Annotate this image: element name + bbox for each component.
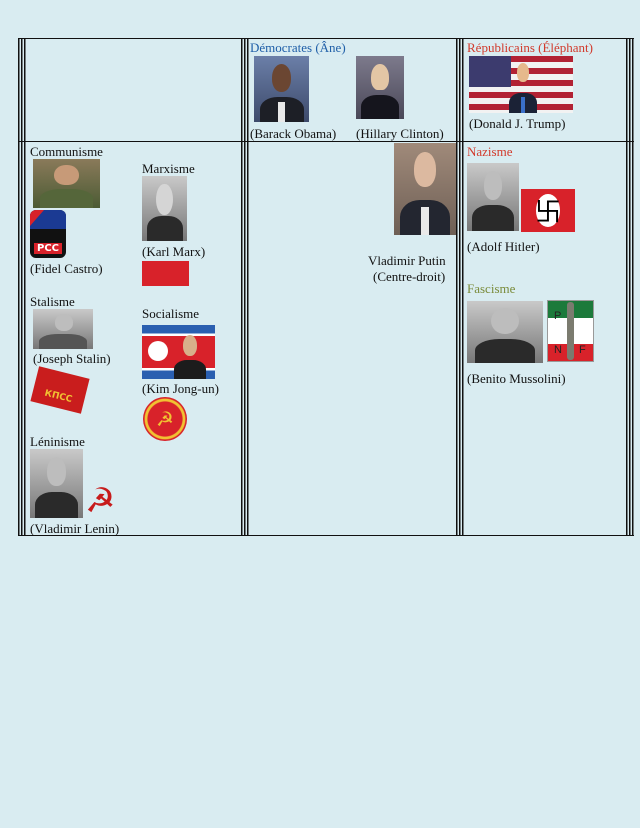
- mussolini-caption: (Benito Mussolini): [467, 371, 566, 386]
- castro-caption: (Fidel Castro): [30, 261, 103, 276]
- clinton-caption: (Hillary Clinton): [356, 126, 444, 141]
- swastika-icon: 卐: [535, 194, 561, 228]
- socialism-heading: Socialisme: [142, 306, 200, 321]
- pcc-label: PCC: [33, 243, 62, 254]
- castro-photo: [33, 159, 100, 208]
- hitler-caption: (Adolf Hitler): [467, 239, 540, 254]
- lenin-photo: [30, 449, 83, 518]
- pcc-emblem: PCC: [30, 210, 66, 258]
- marxism-heading: Marxisme: [142, 161, 195, 176]
- obama-photo: [254, 56, 309, 122]
- democrats-heading: Démocrates (Âne): [250, 40, 346, 55]
- nf-letter-p: P: [554, 310, 562, 322]
- table-divider-1: [241, 38, 249, 536]
- trump-photo: [469, 56, 573, 113]
- stalin-photo: [33, 309, 93, 349]
- stalinism-heading: Stalisme: [30, 294, 75, 309]
- communism-heading: Communisme: [30, 144, 103, 159]
- table-border-left: [18, 38, 26, 536]
- party-badge-icon: ☭: [143, 397, 187, 441]
- putin-note: (Centre-droit): [373, 269, 446, 284]
- table-divider-2: [456, 38, 464, 536]
- mussolini-photo: [467, 301, 543, 363]
- fascism-heading: Fascisme: [467, 281, 516, 296]
- nf-letter-f: F: [579, 344, 586, 356]
- putin-photo: [394, 143, 456, 235]
- table-border-top: [18, 38, 634, 39]
- nf-letter-n: N: [554, 344, 562, 356]
- trump-caption: (Donald J. Trump): [469, 116, 566, 131]
- red-flag: [142, 261, 189, 286]
- marx-photo: [142, 176, 187, 241]
- table-row-divider: [18, 141, 634, 142]
- lenin-caption: (Vladimir Lenin): [30, 521, 120, 536]
- nf-flag: P N F: [547, 300, 594, 362]
- nazi-flag: 卐: [521, 189, 575, 232]
- republicans-heading: Républicains (Éléphant): [467, 40, 593, 55]
- leninism-heading: Léninisme: [30, 434, 85, 449]
- clinton-photo: [356, 56, 404, 119]
- putin-name: Vladimir Putin: [368, 253, 446, 268]
- kim-caption: (Kim Jong-un): [142, 381, 219, 396]
- hammer-sickle-icon: ☭: [85, 481, 116, 521]
- obama-caption: (Barack Obama): [250, 126, 337, 141]
- stalin-caption: (Joseph Stalin): [33, 351, 111, 366]
- table-border-right: [626, 38, 634, 536]
- marx-caption: (Karl Marx): [142, 244, 206, 259]
- kim-photo: [142, 325, 215, 379]
- kpss-label: КПСС: [43, 388, 74, 406]
- hitler-photo: [467, 163, 519, 231]
- nazism-heading: Nazisme: [467, 144, 513, 159]
